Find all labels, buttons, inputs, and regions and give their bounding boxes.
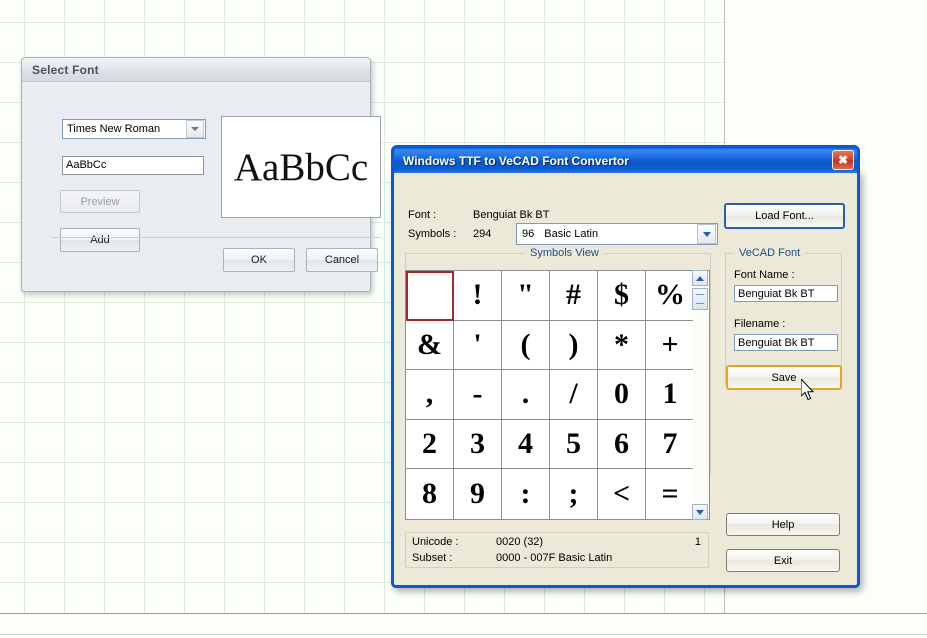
glyph-cell[interactable]: ;	[550, 469, 598, 519]
close-icon[interactable]: ✖	[832, 150, 854, 170]
chevron-down-icon[interactable]	[186, 120, 204, 138]
glyph-cell[interactable]: $	[598, 271, 646, 321]
convertor-body: Font : Benguiat Bk BT Symbols : 294 96 B…	[394, 170, 851, 585]
font-label: Font :	[408, 209, 436, 221]
unicode-value: 0020 (32)	[496, 536, 543, 548]
glyph-cell[interactable]: .	[502, 370, 550, 420]
glyph-cell[interactable]: 6	[598, 420, 646, 470]
select-font-title: Select Font	[32, 63, 99, 77]
save-button[interactable]: Save	[726, 365, 842, 390]
select-font-body: Times New Roman AaBbCc Preview Add AaBbC…	[22, 82, 370, 291]
subset-range-value: 0000 - 007F Basic Latin	[496, 552, 612, 564]
font-value: Benguiat Bk BT	[473, 209, 549, 221]
chevron-up-icon[interactable]	[692, 270, 708, 286]
help-button[interactable]: Help	[726, 513, 840, 536]
cancel-button[interactable]: Cancel	[306, 248, 378, 272]
select-font-dialog: Select Font Times New Roman AaBbCc Previ…	[21, 57, 371, 292]
glyph-cell[interactable]: 8	[406, 469, 454, 519]
glyph-cell[interactable]: #	[550, 271, 598, 321]
glyph-cell[interactable]: =	[646, 469, 694, 519]
glyph-cell[interactable]: !	[454, 271, 502, 321]
ok-button[interactable]: OK	[223, 248, 295, 272]
glyph-cell[interactable]: +	[646, 321, 694, 371]
glyph-cell[interactable]: /	[550, 370, 598, 420]
glyph-cell[interactable]: 4	[502, 420, 550, 470]
font-preview-box: AaBbCc	[221, 116, 381, 218]
glyph-cell[interactable]	[406, 271, 454, 321]
font-preview-text: AaBbCc	[234, 148, 368, 187]
glyph-cell[interactable]: <	[598, 469, 646, 519]
symbols-view-group-label: Symbols View	[525, 247, 604, 259]
glyph-cell[interactable]: -	[454, 370, 502, 420]
glyph-cell[interactable]: "	[502, 271, 550, 321]
glyph-cell[interactable]: 3	[454, 420, 502, 470]
subset-label: Subset :	[412, 552, 452, 564]
selection-count: 1	[695, 536, 701, 548]
convertor-titlebar[interactable]: Windows TTF to VeCAD Font Convertor ✖	[391, 145, 860, 173]
glyph-cell[interactable]: %	[646, 271, 694, 321]
exit-button[interactable]: Exit	[726, 549, 840, 572]
symbols-count-value: 294	[473, 228, 491, 240]
glyph-cell[interactable]: 1	[646, 370, 694, 420]
glyph-cell[interactable]: 0	[598, 370, 646, 420]
glyph-cell[interactable]: (	[502, 321, 550, 371]
subset-name: Basic Latin	[534, 228, 697, 240]
preview-button[interactable]: Preview	[60, 190, 140, 213]
select-font-titlebar[interactable]: Select Font	[22, 58, 370, 82]
font-name-label: Font Name :	[734, 269, 795, 281]
sample-text-input[interactable]: AaBbCc	[62, 156, 204, 175]
glyph-cell[interactable]: )	[550, 321, 598, 371]
vecad-font-group-label: VeCAD Font	[734, 247, 805, 259]
glyph-grid[interactable]: !"#$% &'()*+,-./01 234567 89:;<=	[405, 270, 695, 520]
filename-input[interactable]: Benguiat Bk BT	[734, 334, 838, 351]
symbols-label: Symbols :	[408, 228, 456, 240]
font-family-value: Times New Roman	[63, 123, 186, 135]
subset-combobox[interactable]: 96 Basic Latin	[516, 223, 718, 245]
glyph-cell[interactable]: 5	[550, 420, 598, 470]
font-family-combobox[interactable]: Times New Roman	[62, 119, 206, 139]
scrollbar-thumb[interactable]	[692, 288, 708, 310]
load-font-button[interactable]: Load Font...	[724, 203, 845, 229]
convertor-window-title: Windows TTF to VeCAD Font Convertor	[403, 154, 629, 168]
glyph-grid-scrollbar[interactable]	[693, 270, 710, 520]
filename-label: Filename :	[734, 318, 785, 330]
glyph-cell[interactable]: *	[598, 321, 646, 371]
canvas-bottom-rule-secondary	[0, 634, 927, 635]
glyph-cell[interactable]: ,	[406, 370, 454, 420]
glyph-cell[interactable]: &	[406, 321, 454, 371]
font-name-input[interactable]: Benguiat Bk BT	[734, 285, 838, 302]
glyph-cell[interactable]: 9	[454, 469, 502, 519]
chevron-down-icon[interactable]	[697, 224, 716, 244]
glyph-cell[interactable]: :	[502, 469, 550, 519]
glyph-cell[interactable]: 7	[646, 420, 694, 470]
glyph-cell[interactable]: '	[454, 321, 502, 371]
canvas-bottom-rule	[0, 613, 927, 614]
unicode-label: Unicode :	[412, 536, 458, 548]
add-button[interactable]: Add	[60, 228, 140, 252]
dialog-divider	[51, 237, 381, 238]
font-convertor-window: Windows TTF to VeCAD Font Convertor ✖ Fo…	[391, 170, 860, 588]
status-panel: Unicode : 0020 (32) 1 Subset : 0000 - 00…	[405, 532, 709, 568]
glyph-cell[interactable]: 2	[406, 420, 454, 470]
subset-number: 96	[517, 228, 534, 240]
chevron-down-icon[interactable]	[692, 504, 708, 520]
